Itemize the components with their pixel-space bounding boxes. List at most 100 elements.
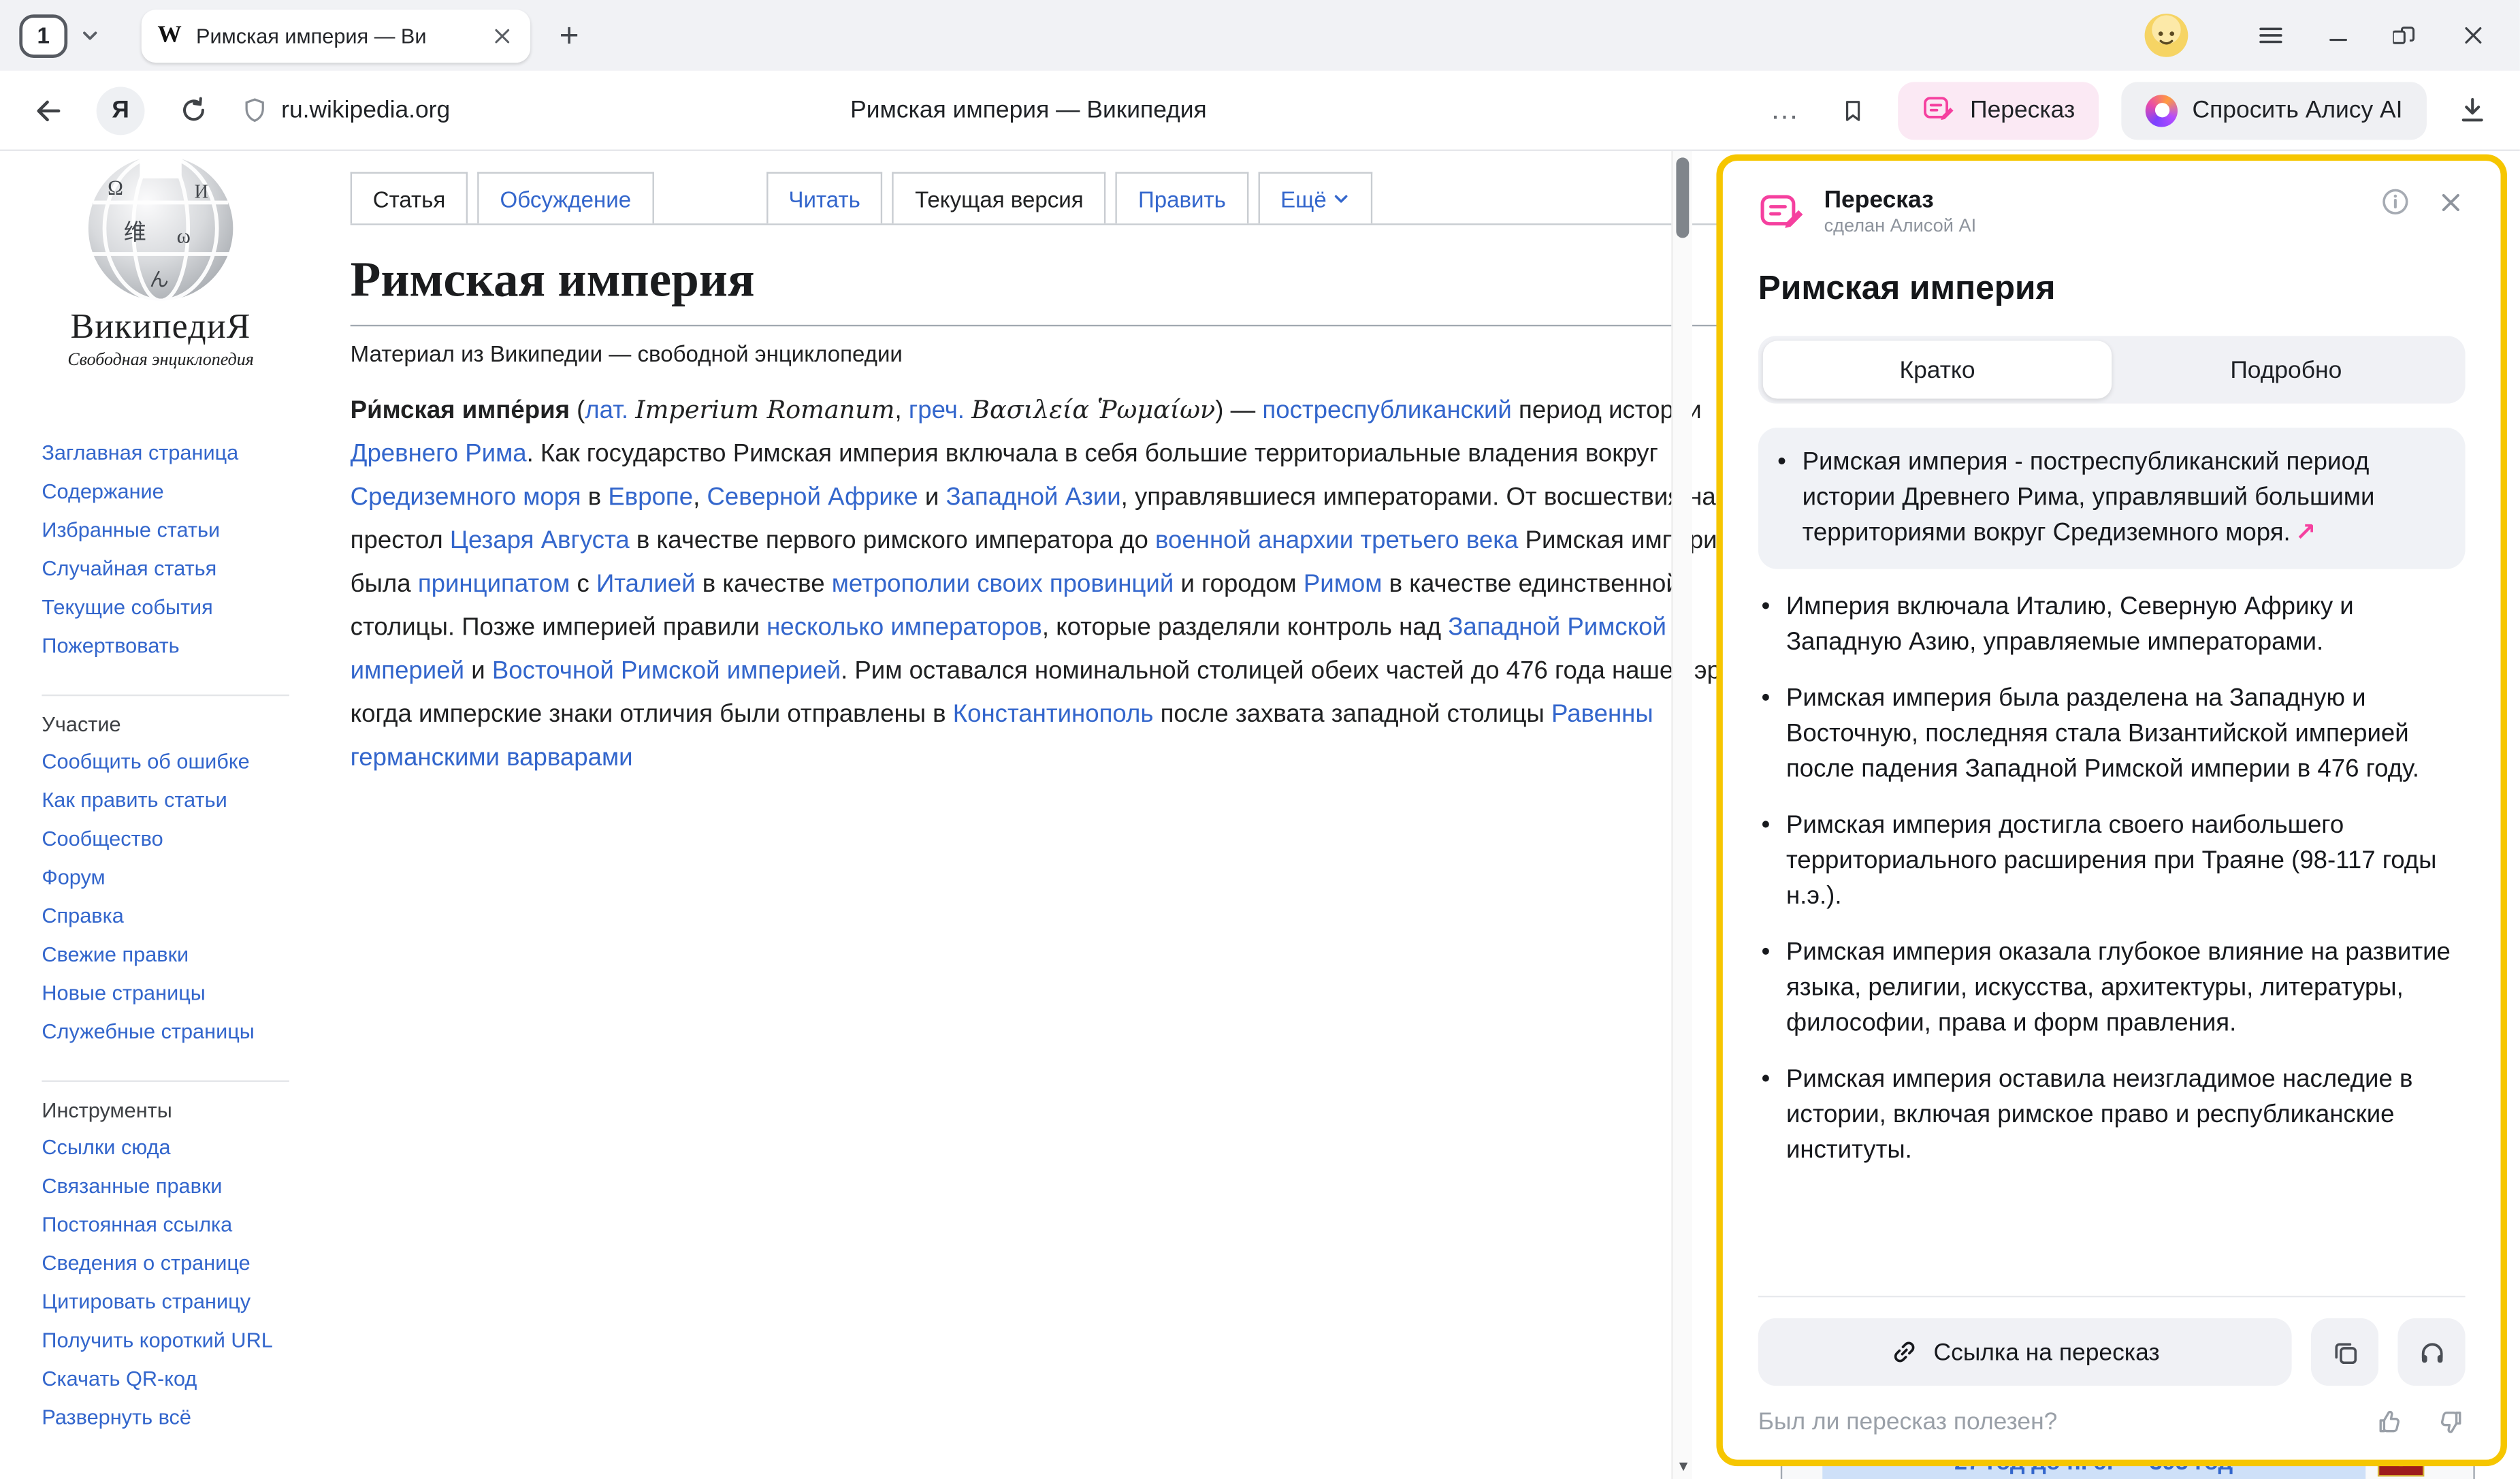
article-link[interactable]: Северной Африке <box>707 484 918 511</box>
article-link[interactable]: Римом <box>1304 571 1383 598</box>
sidebar-link[interactable]: Связанные правки <box>42 1167 312 1206</box>
wikipedia-wordmark: ВикипедиЯ <box>0 306 321 347</box>
wiki-sidebar-nav: Заглавная страницаСодержаниеИзбранные ст… <box>0 370 321 1437</box>
sidebar-link[interactable]: Сведения о странице <box>42 1244 312 1283</box>
tab-short[interactable]: Кратко <box>1763 341 2112 399</box>
article-link[interactable]: Равенны <box>1551 701 1653 728</box>
download-icon[interactable] <box>2449 88 2494 133</box>
close-icon[interactable] <box>2436 187 2465 216</box>
article-text: , <box>693 484 707 511</box>
retell-icon <box>1758 190 1807 238</box>
article-link[interactable]: постреспубликанский <box>1262 397 1511 424</box>
sidebar-link[interactable]: Ссылки сюда <box>42 1128 312 1167</box>
bullet-dot: • <box>1762 682 1771 788</box>
copy-text-button[interactable] <box>2311 1318 2378 1386</box>
article-link[interactable]: несколько императоров <box>766 614 1042 641</box>
svg-text:ん: ん <box>150 270 169 291</box>
article-link[interactable]: метрополии своих провинций <box>832 571 1174 598</box>
sidebar-link[interactable]: Скачать QR-код <box>42 1360 312 1399</box>
article-text: , которые разделяли контроль над <box>1042 614 1448 641</box>
tab-close-icon[interactable] <box>490 23 514 47</box>
bookmark-icon[interactable] <box>1830 88 1875 133</box>
sidebar-link[interactable]: Новые страницы <box>42 974 312 1013</box>
active-tab[interactable]: W Римская империя — Ви <box>142 9 530 62</box>
sidebar-link[interactable]: Справка <box>42 897 312 936</box>
tab-current-version[interactable]: Текущая версия <box>892 172 1106 224</box>
sidebar-link[interactable]: Постоянная ссылка <box>42 1206 312 1245</box>
sidebar-link[interactable]: Сообщество <box>42 820 312 859</box>
retell-panel-subtitle: сделан Алисой AI <box>1824 217 1977 236</box>
article-link[interactable]: Средиземного моря <box>351 484 581 511</box>
sidebar-link[interactable]: Текущие события <box>42 588 312 627</box>
article-link[interactable]: Цезаря Августа <box>450 527 630 554</box>
sidebar-link[interactable]: Свежие правки <box>42 936 312 974</box>
info-icon[interactable] <box>2380 187 2410 217</box>
tab-detailed[interactable]: Подробно <box>2112 341 2460 399</box>
yandex-logo-icon[interactable]: Я <box>97 86 145 134</box>
article-text <box>965 397 971 424</box>
retell-button[interactable]: Пересказ <box>1898 81 2099 139</box>
svg-text:Ω: Ω <box>108 176 123 200</box>
article-link[interactable]: принципатом <box>418 571 570 598</box>
scrollbar-down-arrow[interactable]: ▼ <box>1673 1458 1694 1474</box>
article-link[interactable]: лат. <box>585 397 628 424</box>
user-avatar[interactable] <box>2144 13 2188 58</box>
thumbs-up-icon[interactable] <box>2375 1407 2406 1437</box>
article-link[interactable]: военной анархии третьего века <box>1155 527 1518 554</box>
back-icon[interactable] <box>26 88 71 133</box>
article-link[interactable]: греч. <box>909 397 965 424</box>
browser-tabbar: 1 W Римская империя — Ви + <box>0 0 2520 71</box>
article-link[interactable]: Западной Азии <box>946 484 1120 511</box>
new-tab-button[interactable]: + <box>560 18 579 52</box>
article-link[interactable]: Древнего Рима <box>351 441 527 468</box>
article-scrollbar[interactable]: ▼ <box>1671 151 1692 1479</box>
article-text: с <box>570 571 596 598</box>
menu-hamburger-icon[interactable] <box>2244 8 2298 63</box>
sidebar-link[interactable]: Сообщить об ошибке <box>42 743 312 782</box>
article-text: Ри́мская импе́рия <box>351 397 570 424</box>
sidebar-link[interactable]: Форум <box>42 859 312 897</box>
svg-text:И: И <box>195 181 208 202</box>
article-text: в качестве первого римского императора д… <box>630 527 1155 554</box>
sidebar-link[interactable]: Избранные статьи <box>42 511 312 550</box>
browser-toolbar: Я ru.wikipedia.org Римская империя — Вик… <box>0 71 2520 151</box>
article-text: в <box>581 484 609 511</box>
sidebar-link[interactable]: Содержание <box>42 473 312 511</box>
listen-button[interactable] <box>2397 1318 2465 1386</box>
tab-more[interactable]: Ещё <box>1258 172 1373 224</box>
tab-article[interactable]: Статья <box>351 172 468 224</box>
article-link[interactable]: Константинополь <box>953 701 1154 728</box>
sidebar-link[interactable]: Цитировать страницу <box>42 1283 312 1322</box>
tabs-dropdown-chevron-icon[interactable] <box>80 26 99 45</box>
sidebar-link[interactable]: Развернуть всё <box>42 1399 312 1437</box>
sidebar-link[interactable]: Пожертвовать <box>42 627 312 666</box>
reload-icon[interactable] <box>170 88 215 133</box>
tab-count-button[interactable]: 1 <box>19 14 67 57</box>
article-link[interactable]: Европе <box>608 484 693 511</box>
wikipedia-logo[interactable]: Ω И 维 ω ん ВикипедиЯ Свободная энциклопед… <box>0 151 321 370</box>
bullet-text: Римская империя оказала глубокое влияние… <box>1786 936 2462 1042</box>
sidebar-link[interactable]: Как править статьи <box>42 781 312 820</box>
more-options-icon[interactable]: … <box>1763 88 1808 133</box>
address-bar[interactable]: ru.wikipedia.org <box>241 97 450 124</box>
article-link[interactable]: германскими варварами <box>351 744 633 772</box>
sidebar-link[interactable]: Служебные страницы <box>42 1013 312 1051</box>
article-link[interactable]: Италией <box>596 571 696 598</box>
tab-read[interactable]: Читать <box>766 172 882 224</box>
feedback-row: Был ли пересказ полезен? <box>1758 1407 2466 1437</box>
sidebar-link[interactable]: Случайная статья <box>42 550 312 588</box>
sidebar-link[interactable]: Получить короткий URL <box>42 1322 312 1361</box>
summary-mode-tabs: Кратко Подробно <box>1758 336 2466 403</box>
tab-talk[interactable]: Обсуждение <box>478 172 654 224</box>
scrollbar-thumb[interactable] <box>1676 157 1689 238</box>
ask-alice-button[interactable]: Спросить Алису AI <box>2122 81 2427 139</box>
tab-edit[interactable]: Править <box>1116 172 1248 224</box>
sidebar-link[interactable]: Заглавная страница <box>42 434 312 473</box>
thumbs-down-icon[interactable] <box>2435 1407 2466 1437</box>
copy-retell-link-button[interactable]: Ссылка на пересказ <box>1758 1318 2292 1386</box>
window-restore-icon[interactable] <box>2378 8 2433 63</box>
window-close-icon[interactable] <box>2446 8 2500 63</box>
article-link[interactable]: Восточной Римской империей <box>492 658 841 685</box>
source-link-arrow[interactable]: ↗ <box>2295 520 2316 547</box>
window-minimize-icon[interactable] <box>2311 8 2365 63</box>
